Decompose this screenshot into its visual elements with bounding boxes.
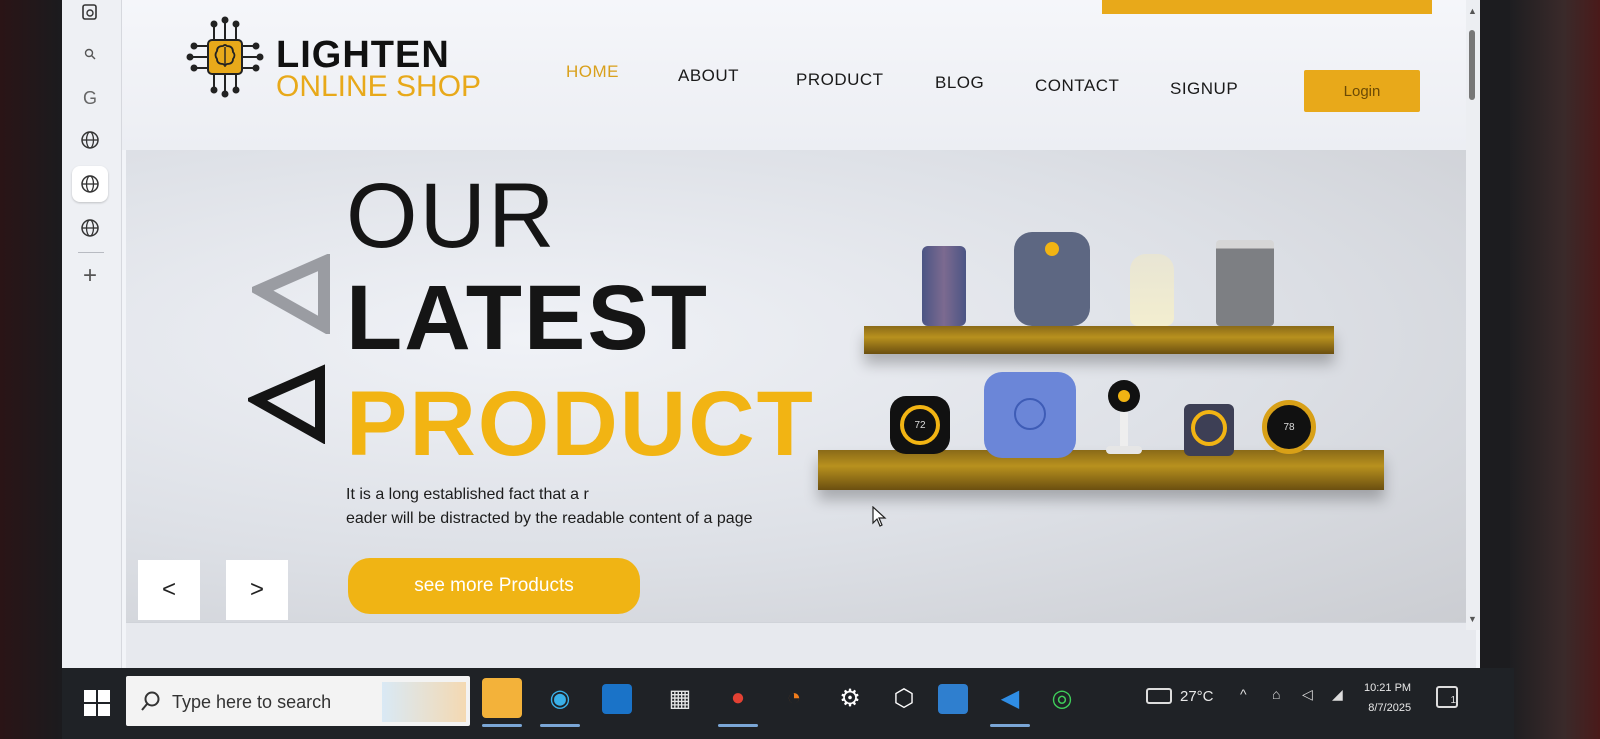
windows-start-icon[interactable] [82, 688, 112, 718]
search-icon[interactable] [72, 36, 108, 72]
hero-title-line2: LATEST [346, 267, 709, 369]
network-icon[interactable]: ⌂ [1272, 686, 1280, 702]
nav-product[interactable]: PRODUCT [796, 70, 884, 90]
notification-count: 1 [1450, 695, 1456, 706]
triangle-outline-gray-icon [252, 254, 330, 334]
weather-temperature[interactable]: 27°C [1180, 688, 1214, 705]
scroll-up-icon[interactable]: ▲ [1468, 6, 1477, 16]
see-more-products-button[interactable]: see more Products [348, 558, 640, 614]
sidebar-divider [78, 252, 104, 253]
nav-contact[interactable]: CONTACT [1035, 76, 1119, 96]
thermostat-square: 72 [890, 396, 950, 454]
3d-box-icon[interactable]: ⬡ [884, 678, 924, 718]
smart-speaker-cylinder [922, 246, 966, 326]
store-icon[interactable]: ▦ [660, 678, 700, 718]
active-app-indicator [482, 724, 522, 727]
windows-taskbar: Type here to search ◉ ▦ ● ◔ ⚙ ⬡ ◀ ◎ 27°C… [62, 668, 1514, 739]
globe-icon[interactable] [72, 122, 108, 158]
search-highlights-image [382, 682, 466, 722]
search-icon [141, 691, 160, 711]
g-icon[interactable]: G [72, 80, 108, 116]
plus-label: + [82, 262, 97, 289]
whatsapp-icon[interactable]: ◎ [1042, 678, 1082, 718]
blender-icon[interactable]: ◔ [774, 678, 814, 718]
carousel-next-button[interactable]: > [226, 560, 288, 620]
smart-speaker-round [1014, 232, 1090, 326]
volume-muted-icon[interactable]: ◁ [1302, 686, 1313, 703]
next-arrow-icon: > [249, 576, 264, 603]
nav-blog[interactable]: BLOG [935, 73, 984, 93]
g-label: G [82, 87, 97, 108]
clock[interactable]: 10:21 PM 8/7/2025 [1364, 678, 1411, 718]
hero-title-line1: OUR [346, 165, 557, 267]
thermostat-small [1184, 404, 1234, 456]
plus-icon[interactable]: + [72, 258, 108, 294]
carousel-prev-button[interactable]: < [138, 560, 200, 620]
page-scrollbar[interactable]: ▲ ▼ [1466, 0, 1480, 630]
monitor-bezel-right [1510, 0, 1600, 739]
monitor-bezel-left [0, 0, 62, 739]
browser-sidebar: G + [62, 0, 122, 680]
nav-signup[interactable]: SIGNUP [1170, 79, 1238, 99]
smart-camera [1102, 380, 1146, 456]
prev-arrow-icon: < [161, 576, 176, 603]
login-button[interactable]: Login [1304, 70, 1420, 112]
hero-description-line2: eader will be distracted by the readable… [346, 510, 753, 527]
active-app-indicator [540, 724, 580, 727]
search-placeholder: Type here to search [172, 692, 332, 712]
brand-subtitle[interactable]: ONLINE SHOP [276, 70, 481, 104]
outlook-icon[interactable] [602, 684, 632, 714]
web-page: LIGHTEN ONLINE SHOP HOME ABOUT PRODUCT B… [122, 0, 1480, 670]
notification-center-icon[interactable]: 1 [1436, 686, 1458, 708]
site-header: LIGHTEN ONLINE SHOP HOME ABOUT PRODUCT B… [122, 0, 1480, 150]
mouse-cursor-icon [872, 506, 887, 527]
top-accent-bar [1102, 0, 1432, 14]
globe-icon[interactable] [72, 166, 108, 202]
smart-hub [984, 372, 1076, 458]
clock-date: 8/7/2025 [1368, 702, 1412, 714]
chevron-up-icon[interactable]: ^ [1240, 686, 1247, 702]
nav-about[interactable]: ABOUT [678, 66, 739, 86]
thermostat-reading: 72 [900, 405, 940, 445]
wifi-icon[interactable]: ◢ [1332, 686, 1343, 703]
page-lower-section [126, 622, 1476, 670]
triangle-outline-black-icon [248, 364, 325, 444]
photos-icon[interactable] [938, 684, 968, 714]
lower-shelf [818, 450, 1384, 490]
chip-brain-icon [186, 16, 264, 98]
active-app-indicator [718, 724, 758, 727]
file-explorer-icon[interactable] [482, 678, 522, 718]
hero-title-line3: PRODUCT [346, 373, 815, 475]
weather-icon[interactable] [1146, 688, 1172, 704]
settings-gear-icon[interactable]: ⚙ [830, 678, 870, 718]
active-app-indicator [990, 724, 1030, 727]
globe-icon[interactable] [72, 210, 108, 246]
smart-speaker-mesh [1216, 240, 1274, 326]
edge-browser-icon[interactable]: ◉ [540, 678, 580, 718]
vscode-icon[interactable]: ◀ [990, 678, 1030, 718]
hero-description-line1: It is a long established fact that a r [346, 486, 589, 503]
scroll-down-icon[interactable]: ▼ [1468, 614, 1477, 624]
nav-home[interactable]: HOME [566, 62, 619, 82]
scrollbar-thumb[interactable] [1469, 30, 1475, 100]
thermostat-reading: 78 [1283, 421, 1295, 433]
hero-banner: OUR LATEST PRODUCT It is a long establis… [126, 150, 1466, 622]
clock-time: 10:21 PM [1364, 682, 1412, 694]
chrome-icon[interactable]: ● [718, 678, 758, 718]
upper-shelf [864, 326, 1334, 354]
smart-speaker-mini [1130, 254, 1174, 326]
screen: G + LIGHTEN ONLINE SHOP HOME ABOUT PRODU… [0, 0, 1600, 739]
taskbar-search-box[interactable]: Type here to search [126, 676, 470, 726]
new-tab-icon[interactable] [72, 0, 108, 30]
thermostat-round: 78 [1262, 400, 1316, 454]
